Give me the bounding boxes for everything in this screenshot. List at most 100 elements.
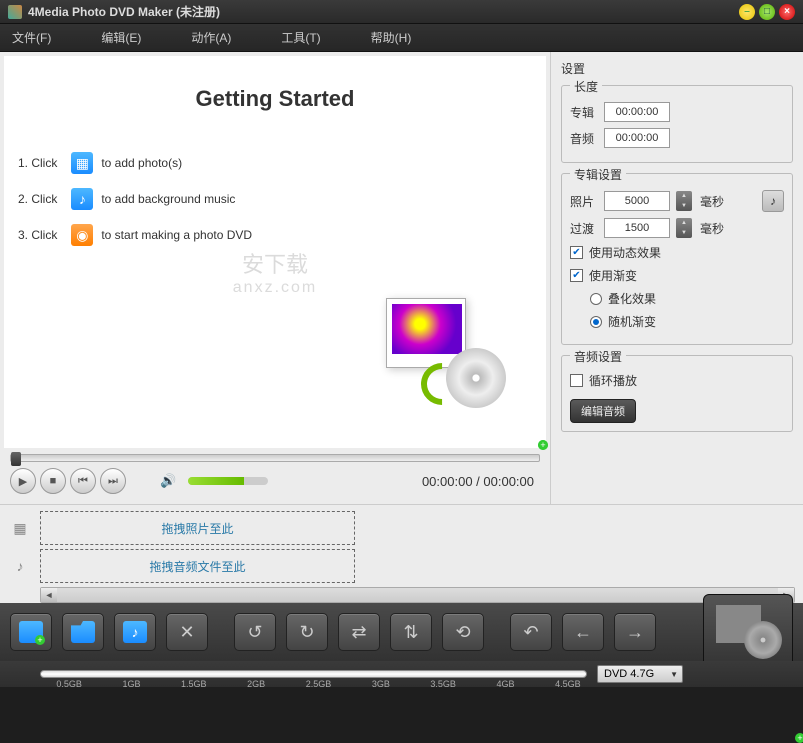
burn-dvd-icon: ◉ <box>71 224 93 246</box>
scroll-left-button[interactable]: ◄ <box>41 588 57 602</box>
bottom-toolbar: + ♪+ ✕ ↺ ↻ ⇄ ⇅ ⟲ ↶ ← → <box>0 603 803 661</box>
watermark-line1: 安下载 <box>233 247 317 279</box>
transition-ms-input[interactable]: 1500 <box>604 218 670 238</box>
use-motion-label: 使用动态效果 <box>589 244 661 261</box>
preview-canvas: Getting Started 1. Click ▦+ to add photo… <box>4 56 546 448</box>
timeline-scrollbar[interactable]: ◄ ► <box>40 587 795 603</box>
stop-button[interactable]: ■ <box>40 468 66 494</box>
refresh-button[interactable]: ⟲ <box>442 613 484 651</box>
add-photo-icon: ▦+ <box>71 152 93 174</box>
audio-duration-label: 音频 <box>570 130 598 147</box>
timeline-photo-dropzone[interactable]: 拖拽照片至此 <box>40 511 355 545</box>
next-button[interactable]: ⏭ <box>100 468 126 494</box>
photo-ms-input[interactable]: 5000 <box>604 191 670 211</box>
add-music-icon: ♪+ <box>71 188 93 210</box>
loop-label: 循环播放 <box>589 372 637 389</box>
audio-settings-legend: 音频设置 <box>570 348 626 365</box>
add-photo-button[interactable]: + <box>10 613 52 651</box>
scrubber[interactable] <box>4 452 546 462</box>
photo-ms-unit: 毫秒 <box>700 193 724 210</box>
maximize-button[interactable]: □ <box>759 4 775 20</box>
menu-help[interactable]: 帮助(H) <box>371 29 412 46</box>
edit-audio-button[interactable]: 编辑音频 <box>570 399 636 423</box>
minimize-button[interactable]: – <box>739 4 755 20</box>
move-left-button[interactable]: ← <box>562 613 604 651</box>
album-duration-label: 专辑 <box>570 104 598 121</box>
overlap-radio[interactable] <box>590 293 602 305</box>
capacity-ticks: 0.5GB 1GB 1.5GB 2GB 2.5GB 3GB 3.5GB 4GB … <box>40 679 597 689</box>
menu-file[interactable]: 文件(F) <box>12 29 51 46</box>
photo-ms-label: 照片 <box>570 193 598 210</box>
album-settings-legend: 专辑设置 <box>570 166 626 183</box>
step-1-text: to add photo(s) <box>101 156 182 170</box>
tick-0: 0.5GB <box>51 679 87 689</box>
canvas-artwork <box>386 298 506 408</box>
timeline-audio-dropzone[interactable]: 拖拽音频文件至此 <box>40 549 355 583</box>
step-3-prefix: 3. Click <box>18 228 57 242</box>
audio-duration-value: 00:00:00 <box>604 128 670 148</box>
swap-vertical-button[interactable]: ⇅ <box>390 613 432 651</box>
step-3-text: to start making a photo DVD <box>101 228 252 242</box>
step-2: 2. Click ♪+ to add background music <box>18 188 546 210</box>
transition-ms-label: 过渡 <box>570 220 598 237</box>
volume-slider[interactable] <box>188 477 268 485</box>
use-fade-label: 使用渐变 <box>589 267 637 284</box>
menu-edit[interactable]: 编辑(E) <box>101 29 141 46</box>
swap-horizontal-button[interactable]: ⇄ <box>338 613 380 651</box>
tick-3: 2GB <box>238 679 274 689</box>
tick-1: 1GB <box>113 679 149 689</box>
transition-ms-unit: 毫秒 <box>700 220 724 237</box>
watermark-line2: anxz.com <box>233 279 317 297</box>
menu-action[interactable]: 动作(A) <box>191 29 231 46</box>
overlap-label: 叠化效果 <box>608 290 656 307</box>
transition-ms-spinner[interactable]: ▲▼ <box>676 218 692 238</box>
rotate-cw-button[interactable]: ↻ <box>286 613 328 651</box>
time-display: 00:00:00 / 00:00:00 <box>422 474 534 489</box>
burn-disc-button[interactable] <box>703 594 793 670</box>
dvd-size-select[interactable]: DVD 4.7G <box>597 665 683 683</box>
album-duration-value: 00:00:00 <box>604 102 670 122</box>
use-motion-checkbox[interactable]: ✔ <box>570 246 583 259</box>
tick-6: 3.5GB <box>425 679 461 689</box>
undo-button[interactable]: ↶ <box>510 613 552 651</box>
scrub-handle[interactable] <box>11 452 21 466</box>
music-settings-button[interactable]: ♪ <box>762 190 784 212</box>
play-button[interactable]: ▶ <box>10 468 36 494</box>
album-settings-fieldset: 专辑设置 照片 5000 ▲▼ 毫秒 ♪ 过渡 1500 ▲▼ 毫秒 ✔ 使用动… <box>561 173 793 345</box>
audio-settings-fieldset: 音频设置 循环播放 编辑音频 <box>561 355 793 432</box>
loop-checkbox[interactable] <box>570 374 583 387</box>
timeline: ▦ 拖拽照片至此 ♪ 拖拽音频文件至此 ◄ ► <box>0 504 803 603</box>
settings-panel: 设置 长度 专辑 00:00:00 音频 00:00:00 专辑设置 照片 50… <box>550 52 803 504</box>
duration-fieldset: 长度 专辑 00:00:00 音频 00:00:00 <box>561 85 793 163</box>
step-2-text: to add background music <box>101 192 235 206</box>
random-fade-radio[interactable] <box>590 316 602 328</box>
tick-7: 4GB <box>488 679 524 689</box>
prev-button[interactable]: ⏮ <box>70 468 96 494</box>
move-right-button[interactable]: → <box>614 613 656 651</box>
watermark: 安下载 anxz.com <box>233 247 317 297</box>
transport-bar: ▶ ■ ⏮ ⏭ 🔊 00:00:00 / 00:00:00 <box>4 462 546 500</box>
settings-title: 设置 <box>561 60 793 77</box>
main-area: Getting Started 1. Click ▦+ to add photo… <box>0 52 803 504</box>
getting-started-title: Getting Started <box>4 86 546 112</box>
use-fade-checkbox[interactable]: ✔ <box>570 269 583 282</box>
menu-tools[interactable]: 工具(T) <box>281 29 320 46</box>
window-buttons: – □ × <box>739 4 795 20</box>
add-folder-button[interactable] <box>62 613 104 651</box>
timeline-photo-icon: ▦ <box>8 516 32 540</box>
app-icon <box>8 5 22 19</box>
menubar: 文件(F) 编辑(E) 动作(A) 工具(T) 帮助(H) <box>0 24 803 52</box>
duration-legend: 长度 <box>570 78 602 95</box>
timeline-audio-icon: ♪ <box>8 554 32 578</box>
preview-column: Getting Started 1. Click ▦+ to add photo… <box>0 52 550 504</box>
tick-4: 2.5GB <box>301 679 337 689</box>
rotate-ccw-button[interactable]: ↺ <box>234 613 276 651</box>
photo-ms-spinner[interactable]: ▲▼ <box>676 191 692 211</box>
close-button[interactable]: × <box>779 4 795 20</box>
window-title: 4Media Photo DVD Maker (未注册) <box>28 3 739 20</box>
add-music-button[interactable]: ♪+ <box>114 613 156 651</box>
tick-5: 3GB <box>363 679 399 689</box>
capacity-bar: 0.5GB 1GB 1.5GB 2GB 2.5GB 3GB 3.5GB 4GB … <box>0 661 803 687</box>
delete-button[interactable]: ✕ <box>166 613 208 651</box>
step-3: 3. Click ◉ to start making a photo DVD <box>18 224 546 246</box>
